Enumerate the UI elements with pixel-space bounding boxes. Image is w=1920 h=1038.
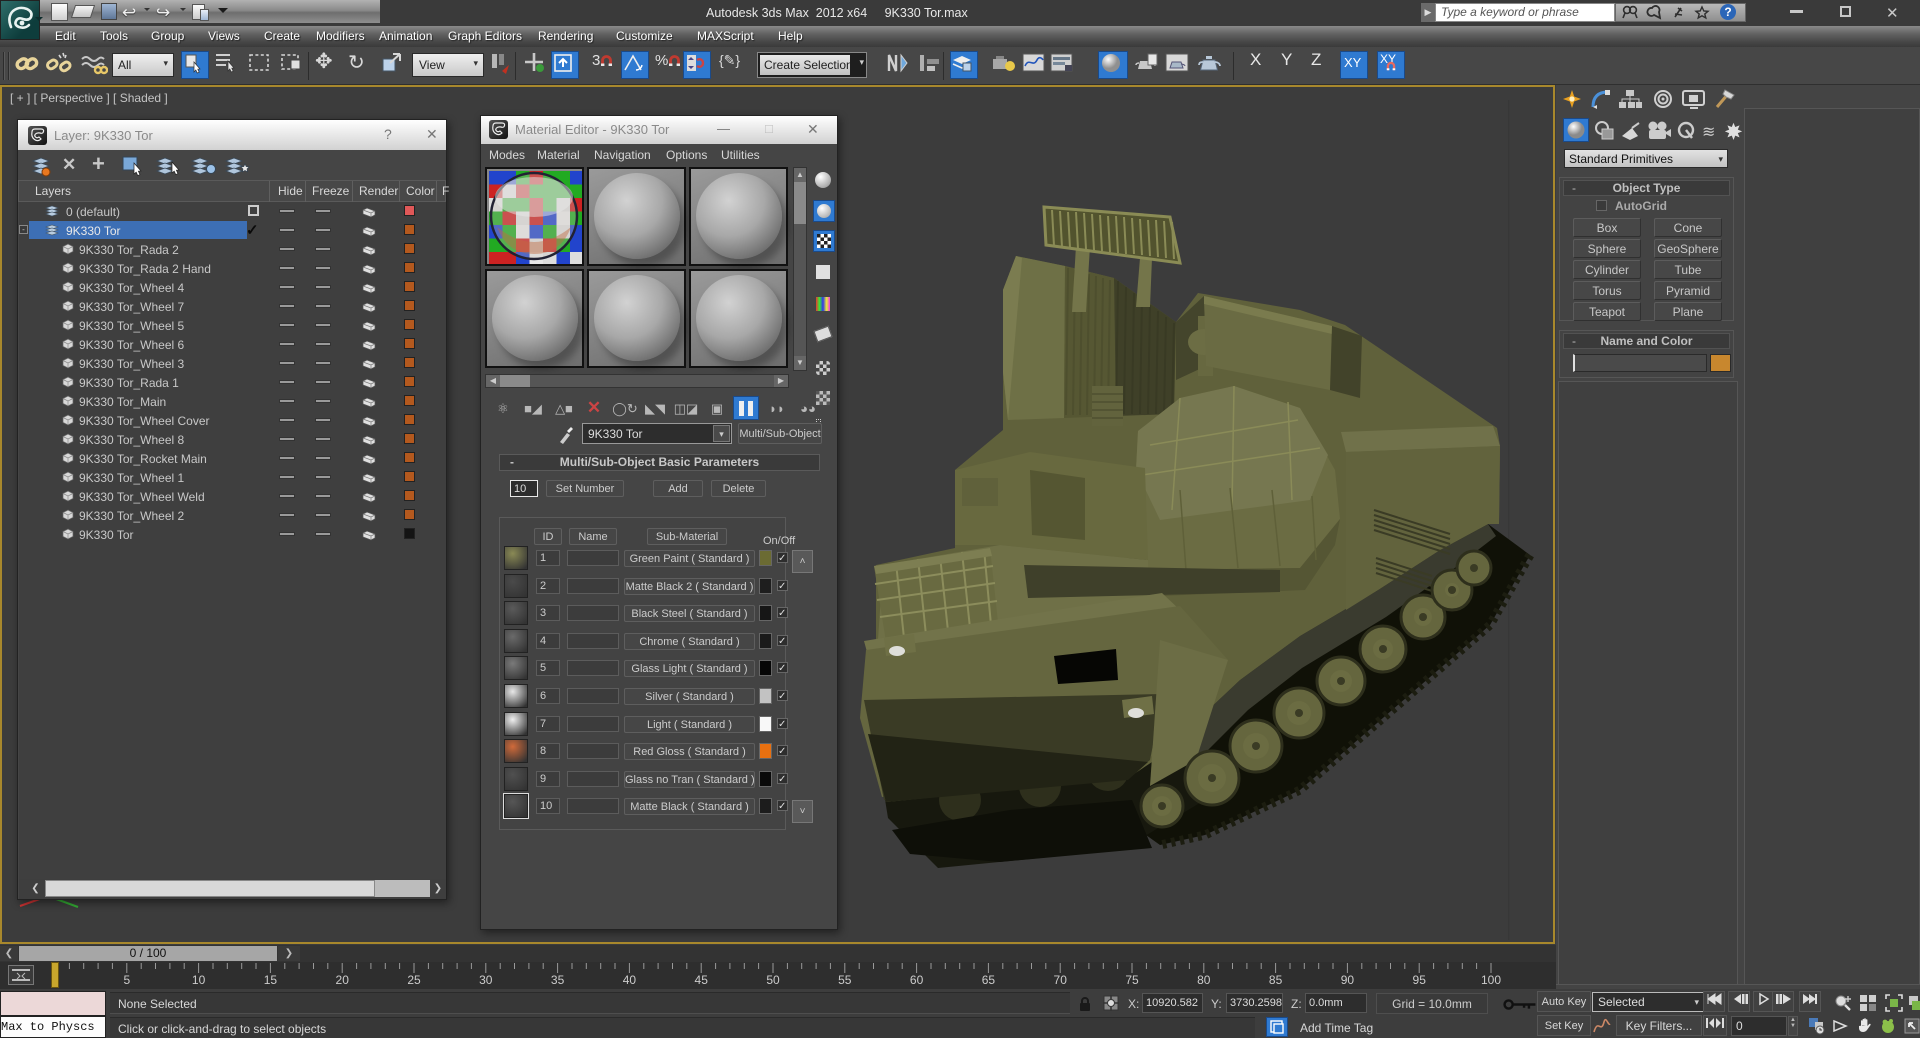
svg-text:20: 20: [336, 973, 350, 987]
svg-text:50: 50: [766, 973, 780, 987]
svg-text:15: 15: [264, 973, 278, 987]
svg-text:35: 35: [551, 973, 565, 987]
svg-text:90: 90: [1341, 973, 1355, 987]
svg-text:55: 55: [838, 973, 852, 987]
svg-text:40: 40: [623, 973, 637, 987]
svg-text:5: 5: [123, 973, 130, 987]
svg-text:65: 65: [982, 973, 996, 987]
svg-text:95: 95: [1413, 973, 1427, 987]
svg-text:80: 80: [1197, 973, 1211, 987]
svg-text:30: 30: [479, 973, 493, 987]
svg-text:25: 25: [407, 973, 421, 987]
svg-text:45: 45: [695, 973, 709, 987]
svg-text:75: 75: [1125, 973, 1139, 987]
svg-text:60: 60: [910, 973, 924, 987]
svg-text:85: 85: [1269, 973, 1283, 987]
svg-text:10: 10: [192, 973, 206, 987]
svg-text:70: 70: [1054, 973, 1068, 987]
svg-text:100: 100: [1481, 973, 1501, 987]
